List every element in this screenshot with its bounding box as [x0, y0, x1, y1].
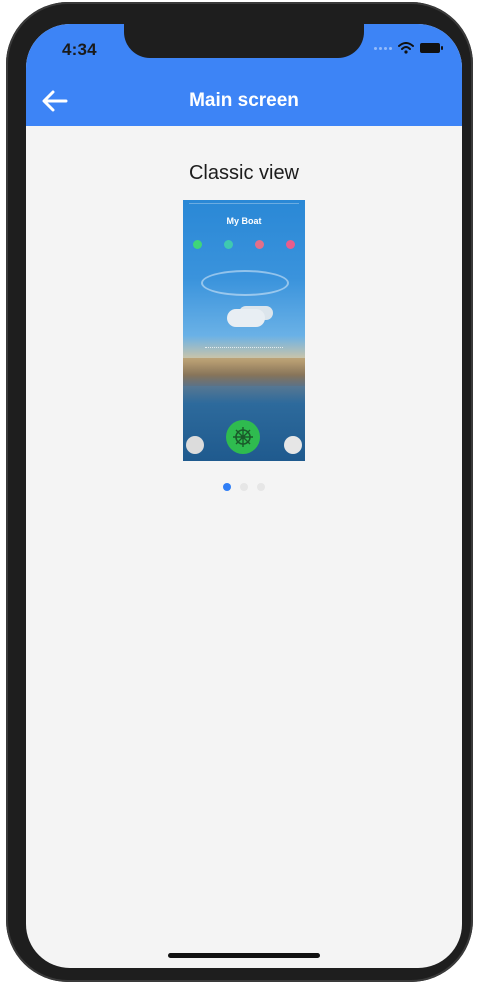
page-indicator — [26, 483, 462, 491]
preview-helm-icon — [226, 420, 260, 454]
preview-icon-row — [193, 240, 295, 249]
preview-caption — [205, 347, 283, 352]
preview-anchor-icon — [224, 240, 233, 249]
view-style-title: Classic view — [188, 162, 300, 184]
cellular-signal-icon — [374, 46, 392, 50]
preview-app-title: My Boat — [226, 216, 262, 226]
home-indicator — [168, 953, 320, 958]
page-dot-1[interactable] — [223, 483, 231, 491]
app-header: 4:34 Main screen — [26, 24, 462, 126]
page-title: Main screen — [189, 90, 299, 111]
classic-view-preview[interactable]: My Boat — [183, 200, 305, 461]
preview-sensor-icon — [255, 240, 264, 249]
preview-left-button — [186, 436, 204, 454]
preview-right-button — [284, 436, 302, 454]
preview-map-pin-icon — [193, 240, 202, 249]
preview-harbor-image — [183, 358, 305, 386]
preview-cloud-icon — [227, 309, 265, 327]
preview-alert-icon — [286, 240, 295, 249]
page-dot-2[interactable] — [240, 483, 248, 491]
device-notch — [124, 24, 364, 58]
battery-icon — [420, 43, 443, 53]
status-icons — [374, 42, 443, 54]
preview-wind-graphic — [201, 270, 289, 296]
preview-status-bar — [189, 203, 299, 210]
wifi-icon — [398, 42, 414, 54]
status-time: 4:34 — [62, 40, 97, 59]
page-dot-3[interactable] — [257, 483, 265, 491]
phone-screen: 4:34 Main screen Classic view My Boat — [26, 24, 462, 968]
